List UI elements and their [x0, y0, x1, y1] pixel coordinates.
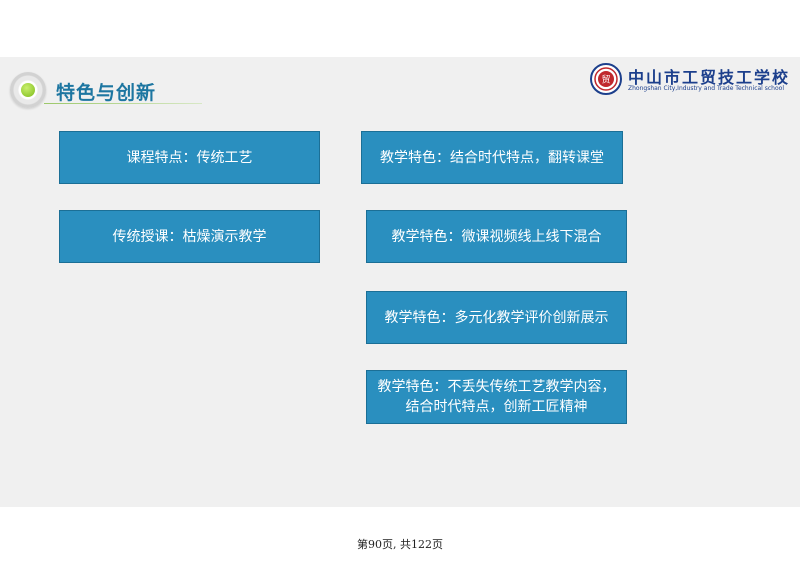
title-underline	[44, 103, 202, 104]
course-feature-box: 课程特点：传统工艺	[59, 131, 320, 184]
teaching-feature-box-4: 教学特色：不丢失传统工艺教学内容， 结合时代特点，创新工匠精神	[366, 370, 627, 424]
school-name-en: Zhongshan City,Industry and Trade Techni…	[628, 85, 784, 92]
course-feature-text: 课程特点：传统工艺	[126, 149, 253, 166]
school-logo: 贸 中山市工贸技工学校 Zhongshan City,Industry and …	[590, 63, 790, 99]
title-bullet-icon	[10, 72, 46, 108]
teaching-feature-text-2: 教学特色：微课视频线上线下混合	[391, 228, 602, 245]
teaching-feature-text-3: 教学特色：多元化教学评价创新展示	[384, 309, 609, 326]
teaching-feature-box-2: 教学特色：微课视频线上线下混合	[366, 210, 627, 263]
traditional-teaching-text: 传统授课：枯燥演示教学	[112, 228, 267, 245]
emblem-text: 贸	[601, 74, 610, 86]
teaching-feature-text-4a: 教学特色：不丢失传统工艺教学内容，	[377, 379, 616, 395]
page-number: 第90页, 共122页	[357, 538, 443, 551]
green-dot-icon	[21, 83, 35, 97]
slide-background	[0, 57, 800, 507]
teaching-feature-box-3: 教学特色：多元化教学评价创新展示	[366, 291, 627, 344]
traditional-teaching-box: 传统授课：枯燥演示教学	[59, 210, 320, 263]
teaching-feature-text-1: 教学特色：结合时代特点，翻转课堂	[380, 149, 604, 166]
slide-title: 特色与创新	[56, 82, 157, 104]
teaching-feature-box-1: 教学特色：结合时代特点，翻转课堂	[361, 131, 623, 184]
teaching-feature-text-4b: 结合时代特点，创新工匠精神	[405, 399, 588, 415]
school-emblem-icon: 贸	[590, 63, 622, 95]
